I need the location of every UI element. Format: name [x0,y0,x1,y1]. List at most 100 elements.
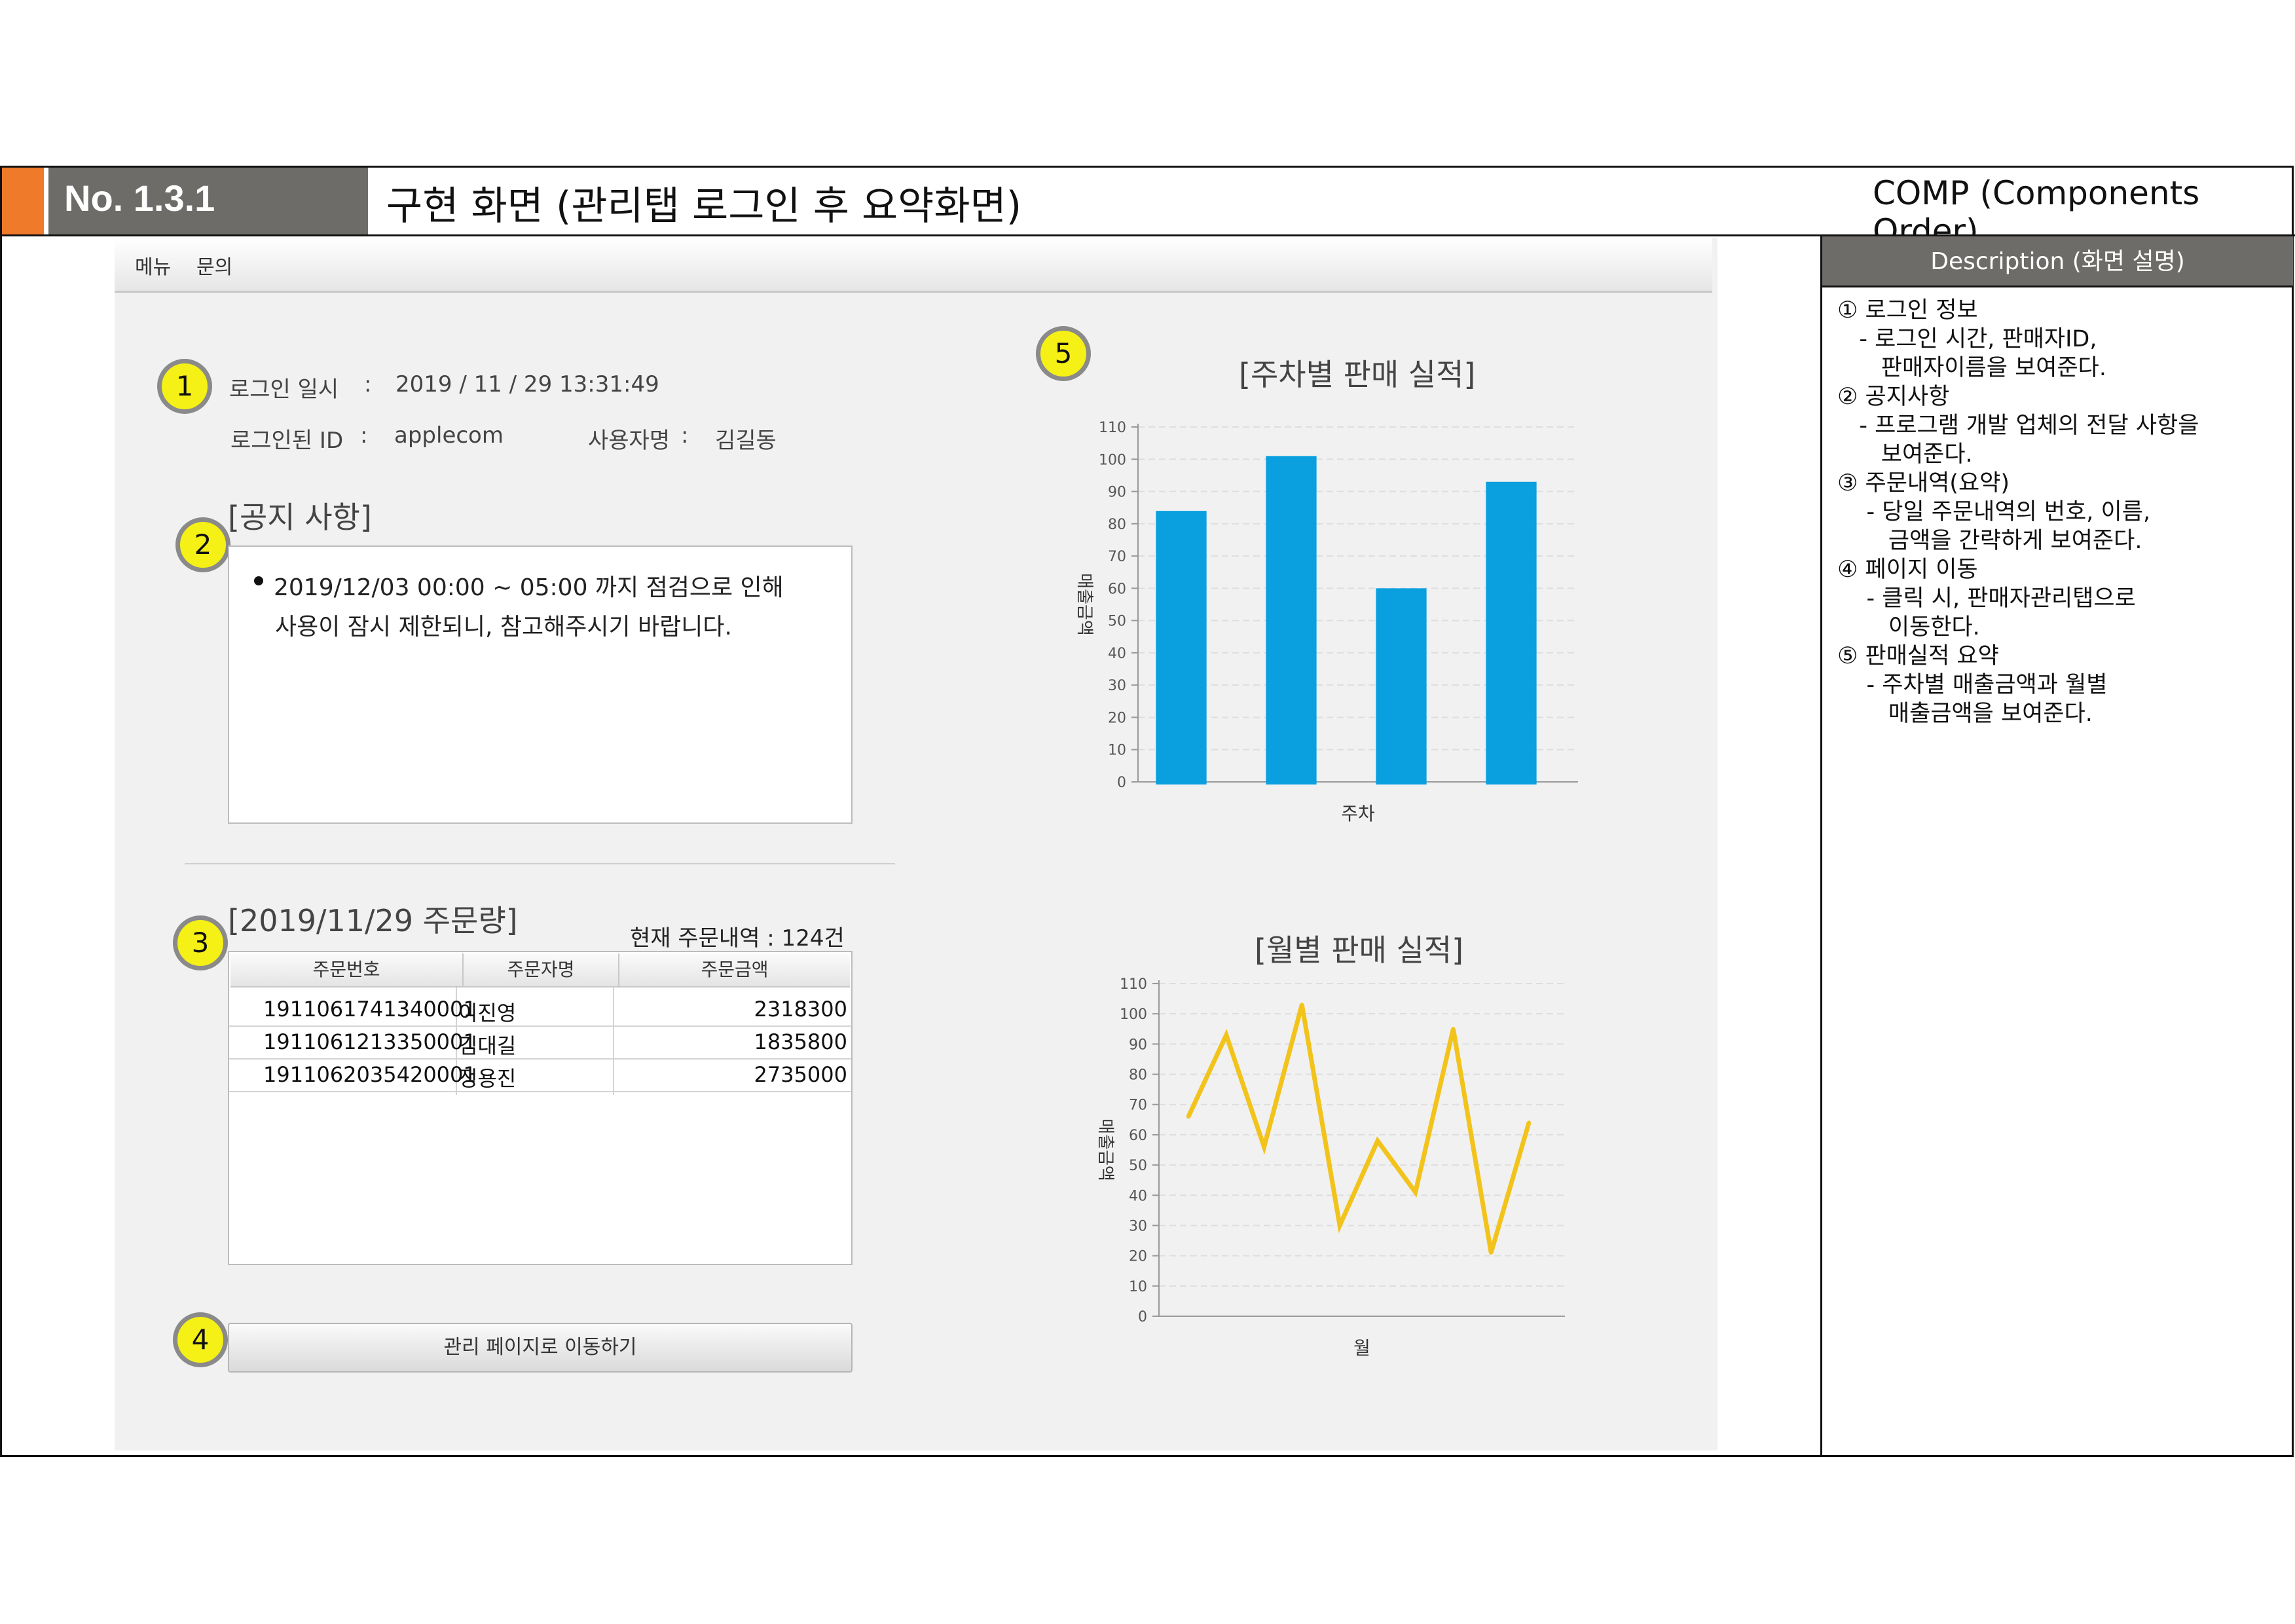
y-tick-label: 50 [1108,614,1126,630]
data-point [1527,1120,1531,1125]
x-axis-label: 월 [1353,1337,1370,1359]
order-number: 1911061213350001 [263,1029,477,1054]
data-point [1413,1190,1418,1194]
description-line: 금액을 간략하게 보여준다. [1837,528,2142,554]
customer-name: 이진영 [458,1001,517,1025]
series-line [1186,1004,1532,1253]
orders-summary: 현재 주문내역 : 124건 [630,925,845,951]
description-line: - 클릭 시, 판매자관리탭으로 [1837,585,2136,612]
notice-line-2: 사용이 잠시 제한되니, 참고해주시기 바랍니다. [275,614,732,640]
y-tick-label: 100 [1120,1006,1147,1023]
description-line: - 프로그램 개발 업체의 전달 사항을 [1837,413,2199,439]
description-line: ⑤ 판매실적 요약 [1837,643,1999,669]
description-divider [1820,234,1822,1457]
description-header: Description (화면 설명) [1822,236,2293,287]
description-line: 이동한다. [1837,614,1980,640]
orders-title: [2019/11/29 주문량] [228,903,518,938]
login-id-label: 로그인된 ID [230,428,344,454]
login-time-label: 로그인 일시 [229,377,339,403]
data-point [1338,1223,1342,1228]
description-line: 보여준다. [1837,441,1973,468]
notice-line-1: 2019/12/03 00:00 ~ 05:00 까지 점검으로 인해 [274,574,784,601]
y-tick-label: 50 [1129,1158,1147,1174]
description-heading: Description (화면 설명) [1930,248,2185,275]
y-tick-label: 40 [1129,1188,1147,1204]
y-axis-label: 매출금액 [1095,1118,1115,1181]
order-amount: 1835800 [754,1029,847,1054]
callout-5: 5 [1036,326,1091,381]
y-tick-label: 70 [1108,549,1126,565]
menu-item-inquiry[interactable]: 문의 [196,251,232,280]
column-header-amount[interactable]: 주문금액 [619,953,850,987]
table-row[interactable]: 1911061213350001 김대길 1835800 [229,1027,851,1058]
spec-number: No. 1.3.1 [64,177,215,219]
order-number: 1911061741340001 [263,997,477,1022]
login-id-sep: : [360,422,368,449]
description-line: ③ 주문내역(요약) [1837,470,2010,496]
user-name-value: 김길동 [715,428,777,454]
y-tick-label: 0 [1117,775,1126,791]
bullet-icon [254,576,263,585]
y-tick-label: 70 [1129,1098,1147,1114]
user-name-label: 사용자명 [588,428,670,454]
menu-item-menu[interactable]: 메뉴 [135,251,171,280]
weekly-chart-title: [주차별 판매 실적] [1239,357,1476,392]
weekly-sales-chart: 0 10 20 30 40 50 60 70 80 90 100 110 매출금액주차 [1074,420,1578,824]
callout-4: 4 [173,1312,228,1367]
description-line: - 주차별 매출금액과 월별 [1837,672,2108,698]
data-point [1186,1115,1190,1119]
order-amount: 2318300 [754,997,847,1022]
description-line: ④ 페이지 이동 [1837,557,1978,583]
table-row[interactable]: 1911062035420001 정용진 2735000 [229,1060,851,1091]
bar [1376,588,1427,784]
data-point [1262,1145,1266,1149]
y-tick-label: 80 [1129,1067,1147,1084]
bar [1266,456,1317,784]
data-point [1224,1033,1228,1037]
user-name-sep: : [681,422,689,449]
y-tick-label: 10 [1129,1279,1147,1295]
login-time-sep: : [364,371,372,397]
description-line: - 당일 주문내역의 번호, 이름, [1837,499,2151,525]
order-number: 1911062035420001 [263,1062,477,1087]
y-tick-label: 100 [1099,452,1126,468]
data-point [1375,1139,1380,1143]
login-id-value: applecom [394,422,504,449]
customer-name: 김대길 [458,1033,517,1058]
callout-3: 3 [173,915,228,970]
y-tick-label: 110 [1120,976,1147,993]
y-tick-label: 90 [1129,1037,1147,1053]
y-tick-label: 60 [1108,581,1126,597]
description-line: ① 로그인 정보 [1837,297,1978,323]
y-tick-label: 110 [1099,420,1126,436]
spec-title: 구현 화면 (관리탭 로그인 후 요약화면) [386,183,1022,229]
data-point [1451,1027,1456,1031]
login-time-value: 2019 / 11 / 29 13:31:49 [395,371,659,397]
description-line: ② 공지사항 [1837,384,1950,410]
data-point [1300,1003,1304,1007]
notice-title: [공지 사항] [228,500,372,535]
description-list: ① 로그인 정보 - 로그인 시간, 판매자ID, 판매자이름을 보여준다. ②… [1837,296,2289,728]
bar [1486,481,1537,784]
y-tick-label: 0 [1138,1309,1147,1325]
y-axis-label: 매출금액 [1074,573,1094,636]
y-tick-label: 10 [1108,743,1126,759]
y-tick-label: 20 [1129,1249,1147,1265]
header-accent [2,168,44,234]
callout-1: 1 [157,359,212,414]
column-header-order-number[interactable]: 주문번호 [230,953,464,987]
column-header-customer[interactable]: 주문자명 [464,953,619,987]
go-to-admin-button[interactable]: 관리 페이지로 이동하기 [228,1323,853,1373]
menu-bar [115,238,1712,293]
y-tick-label: 90 [1108,485,1126,501]
bar [1156,511,1207,784]
section-divider [185,863,895,864]
y-tick-label: 20 [1108,710,1126,726]
table-row[interactable]: 1911061741340001 이진영 2318300 [229,994,851,1025]
monthly-chart-title: [월별 판매 실적] [1255,932,1464,968]
order-amount: 2735000 [754,1062,847,1087]
y-tick-label: 60 [1129,1128,1147,1144]
description-line: - 로그인 시간, 판매자ID, [1837,326,2097,352]
x-axis-label: 주차 [1341,803,1375,824]
description-line: 판매자이름을 보여준다. [1837,355,2107,381]
